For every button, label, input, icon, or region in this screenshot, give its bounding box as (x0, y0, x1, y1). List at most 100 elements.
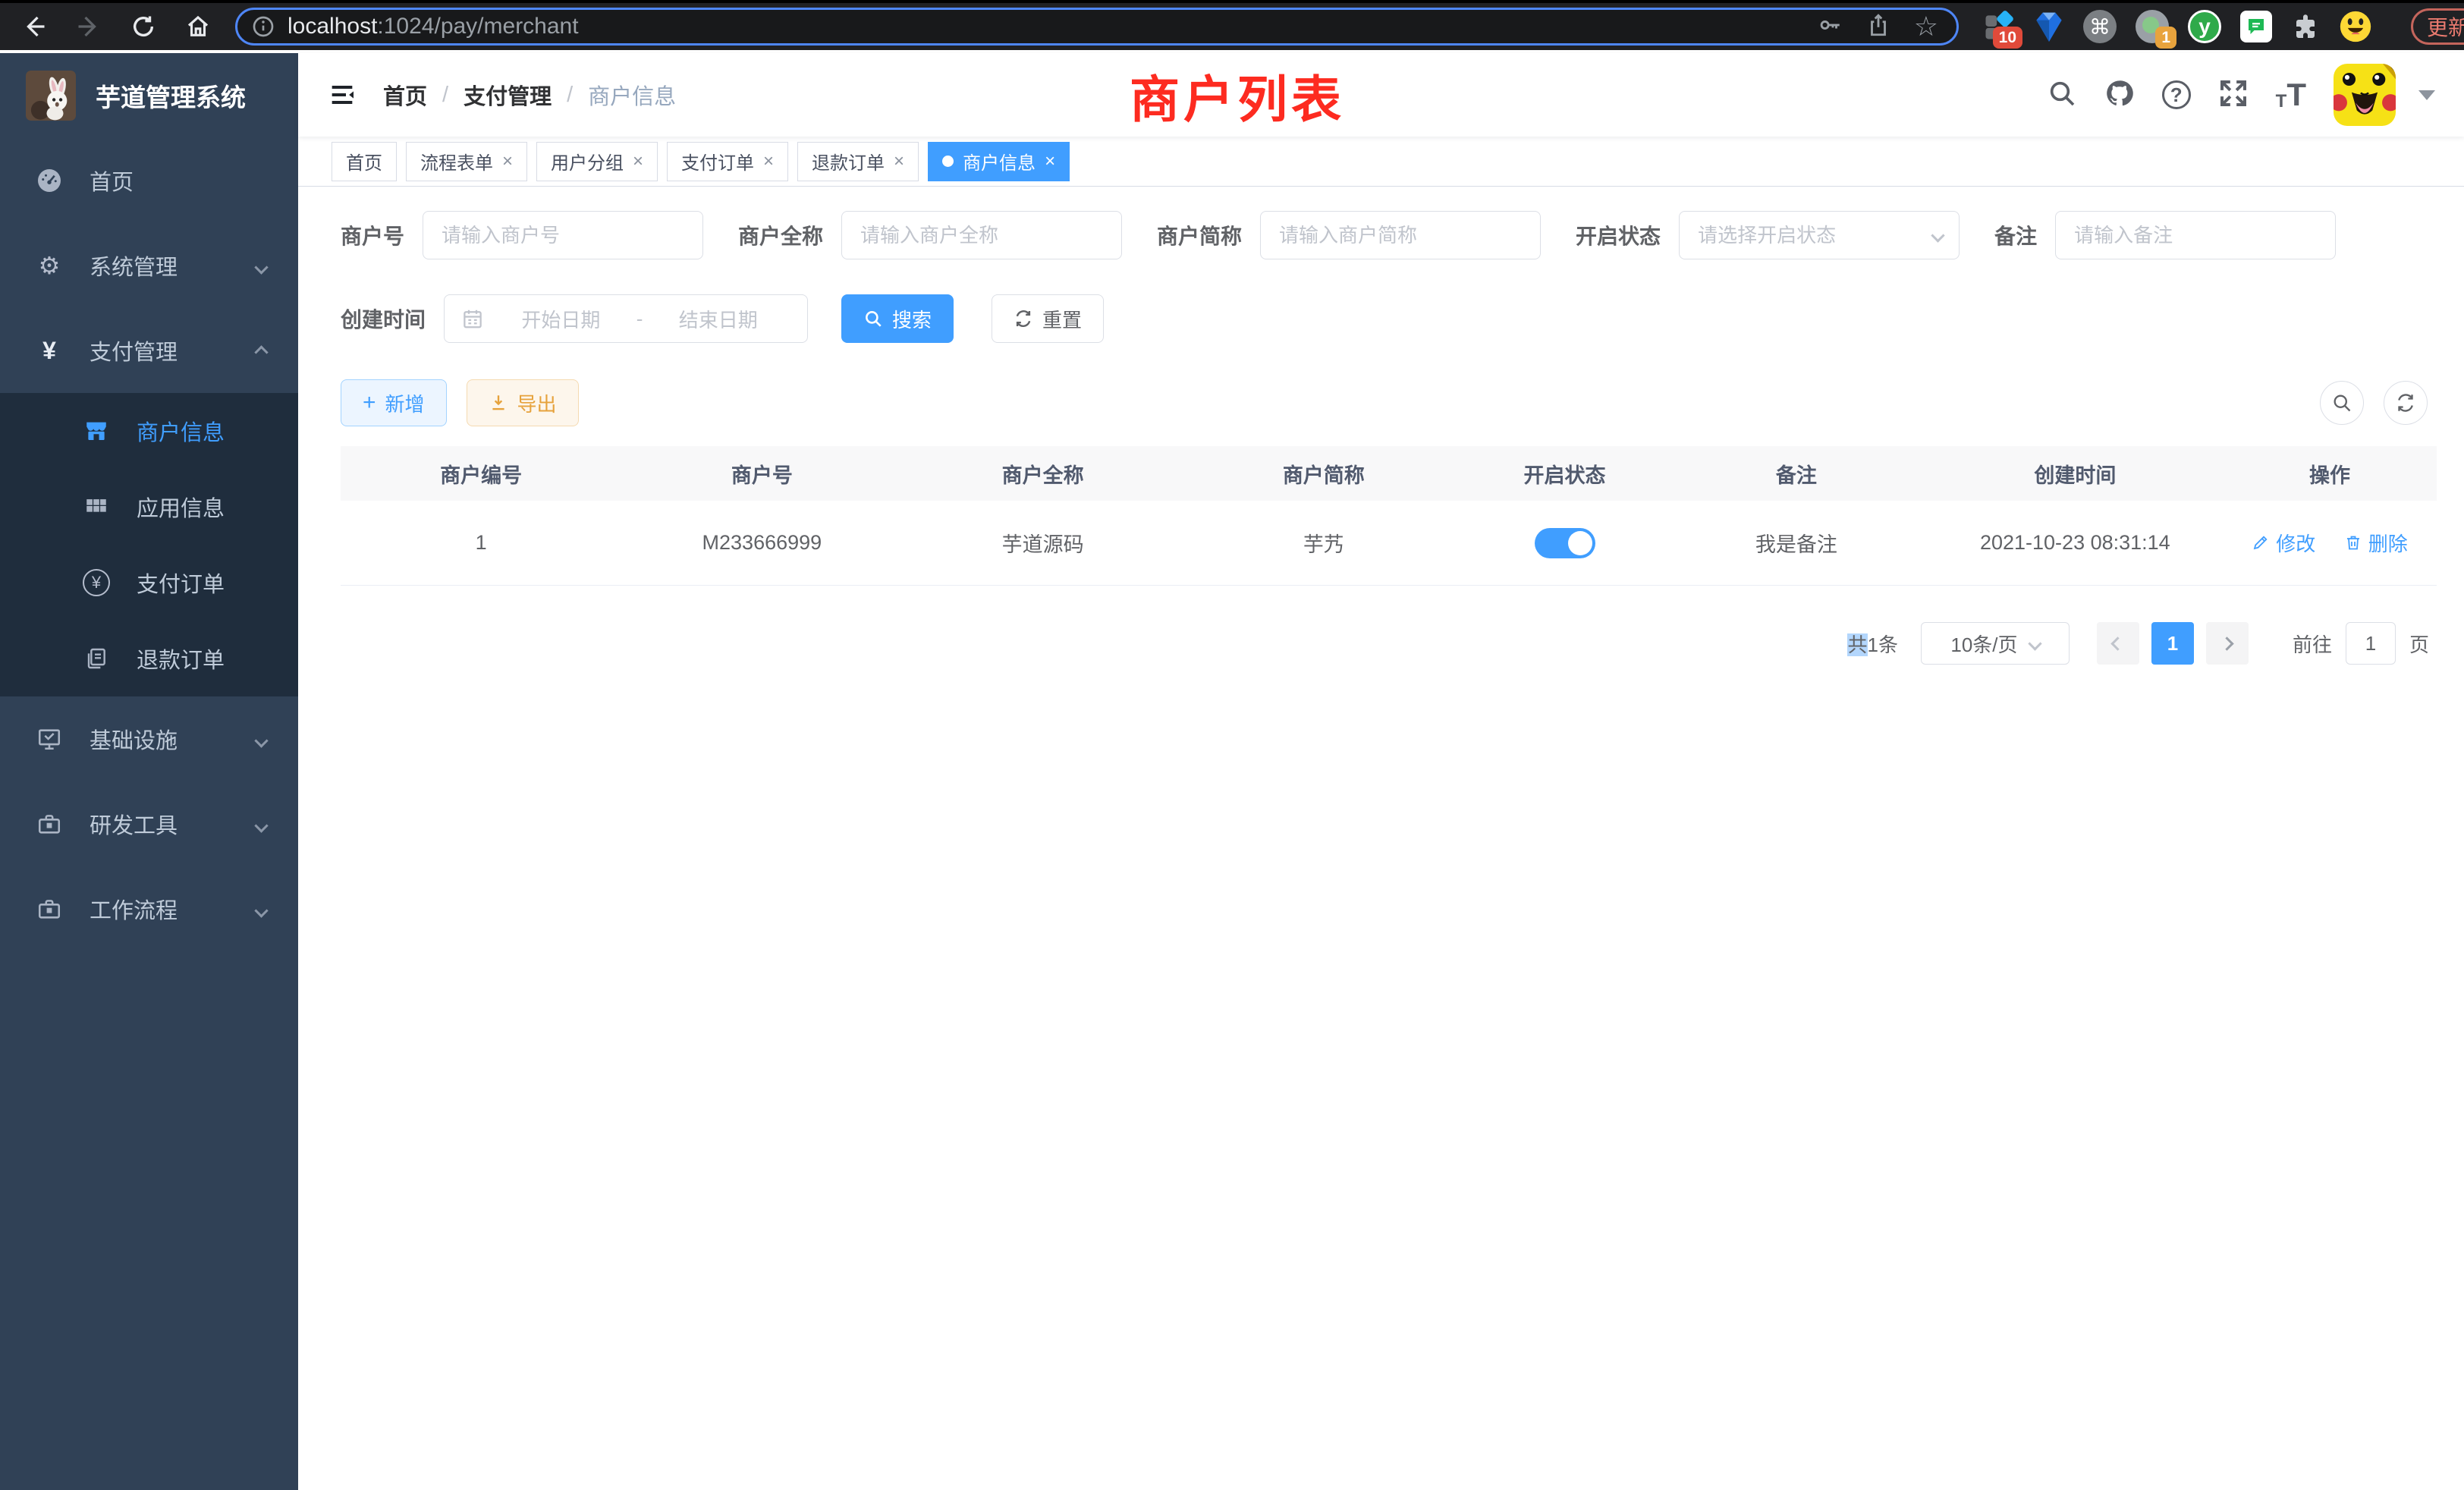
tab-label: 退款订单 (812, 148, 885, 174)
page-size-select[interactable]: 10条/页 (1921, 622, 2070, 665)
tab-home[interactable]: 首页 (332, 142, 397, 181)
grid-icon (79, 494, 114, 520)
merchant-no-input[interactable] (423, 211, 703, 259)
sidebar-item-refund-order[interactable]: 退款订单 (0, 621, 298, 696)
plus-icon: + (363, 391, 376, 414)
total-count: 共1条 (1847, 630, 1897, 658)
next-page-button[interactable] (2206, 622, 2249, 665)
extension-chat-icon[interactable] (2240, 9, 2272, 44)
refresh-button[interactable] (2384, 381, 2428, 425)
add-button-label: 新增 (385, 389, 425, 417)
close-icon[interactable]: × (763, 151, 774, 172)
sidebar-item-workflow[interactable]: 工作流程 (0, 866, 298, 951)
help-icon[interactable]: ? (2162, 80, 2191, 109)
sidebar-item-label: 应用信息 (137, 491, 225, 523)
breadcrumb-home[interactable]: 首页 (383, 79, 427, 111)
create-time-label: 创建时间 (341, 303, 426, 334)
user-avatar[interactable] (2334, 64, 2396, 126)
cell-short-name: 芋艿 (1183, 528, 1464, 558)
export-button[interactable]: 导出 (467, 379, 579, 426)
status-toggle[interactable] (1535, 528, 1595, 558)
reset-button[interactable]: 重置 (992, 294, 1104, 343)
date-end-placeholder[interactable]: 结束日期 (646, 305, 790, 333)
sidebar-logo-row[interactable]: 芋道管理系统 (0, 53, 298, 138)
sidebar-item-infrastructure[interactable]: 基础设施 (0, 696, 298, 781)
sidebar-item-payment[interactable]: ¥ 支付管理 (0, 308, 298, 393)
add-button[interactable]: + 新增 (341, 379, 447, 426)
github-icon[interactable] (2104, 78, 2135, 112)
sidebar-item-devtools[interactable]: 研发工具 (0, 781, 298, 866)
tab-pay-order[interactable]: 支付订单 × (667, 142, 788, 181)
document-icon (79, 646, 114, 671)
tab-process-form[interactable]: 流程表单 × (406, 142, 527, 181)
search-button[interactable]: 搜索 (841, 294, 954, 343)
extension-tray-icon[interactable]: 1 (2136, 9, 2169, 44)
sidebar-item-home[interactable]: 首页 (0, 138, 298, 223)
avatar-caret-icon[interactable] (2418, 90, 2435, 100)
search-icon[interactable] (2047, 78, 2077, 112)
date-start-placeholder[interactable]: 开始日期 (489, 305, 633, 333)
page-info-icon[interactable] (251, 14, 275, 39)
filter-row-2: 创建时间 开始日期 - 结束日期 搜索 (341, 294, 2437, 343)
browser-reload-icon[interactable] (126, 9, 161, 44)
screen: localhost:1024/pay/merchant ☆ 10 ⌘ (0, 0, 2464, 1490)
short-name-input[interactable] (1260, 211, 1541, 259)
breadcrumb-separator: / (567, 83, 573, 108)
close-icon[interactable]: × (502, 151, 513, 172)
browser-forward-icon[interactable] (71, 9, 106, 44)
sidebar-item-system[interactable]: ⚙ 系统管理 (0, 223, 298, 308)
edit-link[interactable]: 修改 (2252, 529, 2315, 557)
update-label: 更新 (2427, 11, 2464, 42)
full-name-input[interactable] (841, 211, 1122, 259)
toggle-search-button[interactable] (2320, 381, 2364, 425)
sidebar-fold-icon[interactable] (327, 80, 357, 110)
topbar-actions: ? TT (2047, 64, 2435, 126)
extension-apps-icon[interactable]: 10 (1982, 9, 2015, 44)
prev-page-button[interactable] (2097, 622, 2139, 665)
extensions-puzzle-icon[interactable] (2291, 9, 2320, 44)
page-unit-label: 页 (2409, 630, 2429, 658)
store-icon (79, 418, 114, 444)
sidebar-item-label: 系统管理 (90, 250, 178, 281)
extension-cmd-icon[interactable]: ⌘ (2083, 9, 2117, 44)
url-bar[interactable]: localhost:1024/pay/merchant ☆ (235, 8, 1959, 46)
pagination: 共1条 10条/页 1 前往 页 (341, 622, 2437, 665)
chevron-down-icon (256, 727, 266, 752)
sidebar-item-pay-order[interactable]: ¥ 支付订单 (0, 545, 298, 621)
tab-label: 流程表单 (420, 148, 493, 174)
sidebar-item-app-info[interactable]: 应用信息 (0, 469, 298, 545)
browser-update-button[interactable]: 更新 ⋮ (2411, 8, 2464, 45)
extension-gem-icon[interactable] (2034, 9, 2064, 44)
browser-back-icon[interactable] (17, 9, 52, 44)
calendar-icon (461, 307, 484, 330)
password-key-icon[interactable] (1817, 12, 1843, 42)
tab-merchant-info[interactable]: 商户信息 × (928, 142, 1070, 181)
extension-badge: 10 (1993, 27, 2022, 49)
close-icon[interactable]: × (1045, 151, 1055, 172)
cell-merchant-id: 1 (341, 531, 621, 555)
tab-label: 用户分组 (551, 148, 624, 174)
sidebar-item-merchant-info[interactable]: 商户信息 (0, 393, 298, 469)
remark-input[interactable] (2055, 211, 2336, 259)
profile-avatar-icon[interactable] (2339, 9, 2372, 44)
page-size-value: 10条/页 (1950, 630, 2017, 658)
close-icon[interactable]: × (894, 151, 904, 172)
delete-link[interactable]: 删除 (2344, 529, 2408, 557)
breadcrumb-payment[interactable]: 支付管理 (464, 79, 552, 111)
url-text[interactable]: localhost:1024/pay/merchant (288, 14, 579, 39)
extension-y-icon[interactable]: y (2188, 9, 2221, 44)
tab-user-group[interactable]: 用户分组 × (536, 142, 658, 181)
tab-refund-order[interactable]: 退款订单 × (797, 142, 919, 181)
font-size-icon[interactable]: TT (2276, 79, 2306, 111)
page-1-button[interactable]: 1 (2151, 622, 2194, 665)
fullscreen-icon[interactable] (2218, 78, 2249, 112)
bookmark-star-icon[interactable]: ☆ (1914, 13, 1938, 40)
date-range-picker[interactable]: 开始日期 - 结束日期 (444, 294, 808, 343)
browser-home-icon[interactable] (181, 9, 215, 44)
status-select[interactable] (1679, 211, 1960, 259)
table-row: 1 M233666999 芋道源码 芋艿 我是备注 2021-10-23 08:… (341, 501, 2437, 586)
close-icon[interactable]: × (633, 151, 643, 172)
share-icon[interactable] (1865, 12, 1891, 42)
goto-page-input[interactable] (2346, 622, 2396, 665)
toolbox-icon (32, 896, 67, 922)
